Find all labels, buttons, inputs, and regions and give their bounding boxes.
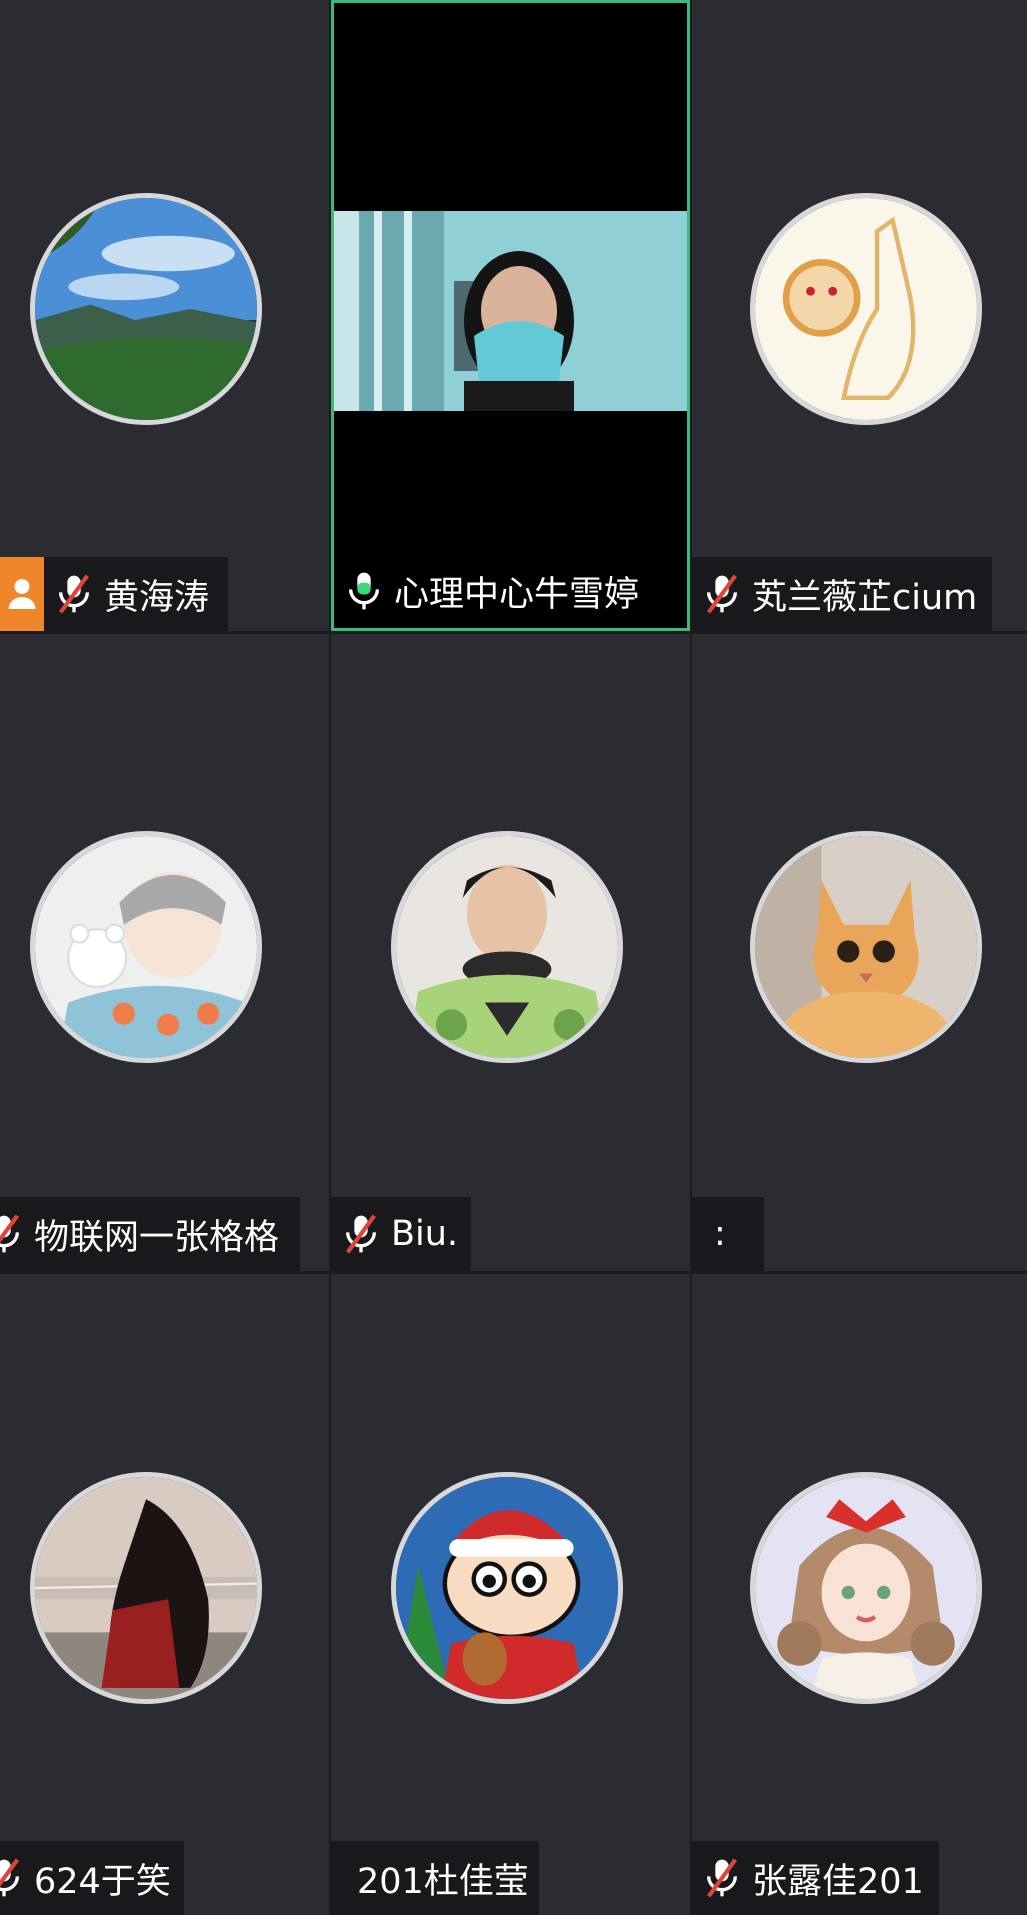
- participant-tile-8[interactable]: 201杜佳莹: [331, 1274, 690, 1915]
- person-icon: [8, 579, 36, 609]
- participant-tile-3[interactable]: 芄兰薇芷cium: [692, 0, 1027, 631]
- nameplate: Biu.: [331, 1197, 471, 1271]
- participant-name: 芄兰薇芷cium: [752, 577, 978, 618]
- participant-name: 黄海涛: [104, 577, 210, 618]
- avatar-mountain-landscape: [30, 193, 262, 425]
- nameplate: 张露佳201: [692, 1841, 939, 1915]
- mic-muted-icon: [0, 1214, 20, 1253]
- mic-muted-icon: [345, 1214, 377, 1254]
- mic-muted-icon: [706, 574, 738, 614]
- avatar-cartoon-drawing: [750, 193, 982, 425]
- participant-name: 张露佳201: [752, 1861, 924, 1902]
- participant-tile-6[interactable]: :: [692, 634, 1027, 1271]
- avatar-young-man-photo: [391, 831, 623, 1063]
- participant-tile-7[interactable]: 624于笑: [0, 1274, 329, 1915]
- avatar-anime-girl-bow: [750, 1472, 982, 1704]
- participant-name: 201杜佳莹: [357, 1861, 529, 1902]
- mic-active-icon: [349, 572, 379, 610]
- avatar-orange-cat: [750, 831, 982, 1063]
- mic-muted-icon: [0, 1858, 20, 1897]
- video-feed: [334, 211, 687, 411]
- avatar-cartoon-boy-christmas: [391, 1472, 623, 1704]
- participant-tile-1[interactable]: 黄海涛: [0, 0, 329, 631]
- participant-tile-9[interactable]: 张露佳201: [692, 1274, 1027, 1915]
- nameplate: :: [692, 1197, 764, 1271]
- participant-tile-5[interactable]: Biu.: [331, 634, 690, 1271]
- nameplate: 物联网一张格格: [0, 1197, 300, 1271]
- nameplate: 芄兰薇芷cium: [692, 557, 992, 631]
- mic-muted-icon: [58, 574, 90, 614]
- participant-name: 心理中心牛雪婷: [394, 574, 640, 615]
- participant-tile-2[interactable]: 心理中心牛雪婷: [331, 0, 690, 631]
- video-grid: 黄海涛 心理中心牛雪婷 芄兰薇芷cium 物联网一张格格 Biu.: 624于…: [0, 0, 1027, 1915]
- participant-tile-4[interactable]: 物联网一张格格: [0, 634, 329, 1271]
- nameplate: 201杜佳莹: [331, 1841, 539, 1915]
- avatar-girl-photo: [30, 1472, 262, 1704]
- host-badge: [0, 557, 44, 631]
- nameplate: 624于笑: [0, 1841, 184, 1915]
- participant-name: :: [714, 1214, 726, 1254]
- participant-name: 624于笑: [34, 1861, 171, 1902]
- mic-muted-icon: [706, 1858, 738, 1898]
- avatar-anime-boy-bear: [30, 831, 262, 1063]
- participant-name: 物联网一张格格: [34, 1217, 280, 1258]
- participant-name: Biu.: [391, 1214, 459, 1254]
- nameplate: 心理中心牛雪婷: [334, 554, 661, 628]
